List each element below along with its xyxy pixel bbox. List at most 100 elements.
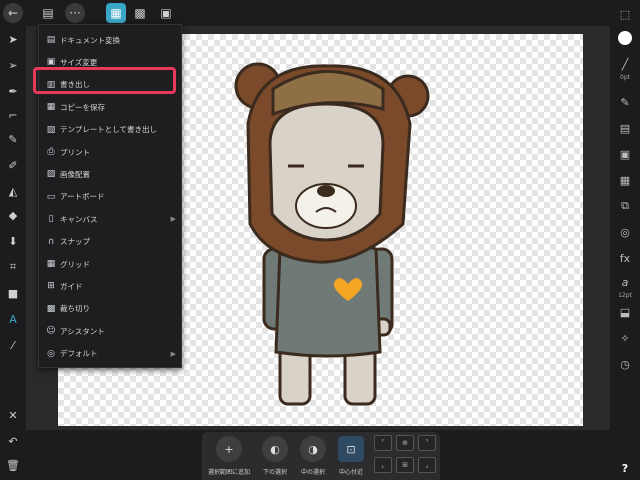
- effects-panel[interactable]: fx: [615, 250, 635, 266]
- text-style-icon: a: [621, 275, 629, 289]
- color-picker-tool[interactable]: ⁄: [3, 336, 23, 354]
- swatches-panel[interactable]: ▦: [615, 172, 635, 188]
- help-icon: ?: [621, 461, 629, 475]
- menu-item-label: アシスタント: [60, 326, 105, 336]
- pivot-top-center[interactable]: ⊕: [396, 435, 414, 451]
- snap-icon: ∩: [47, 236, 55, 247]
- menu-item-label: ドキュメント変換: [60, 35, 120, 45]
- back-arrow-icon: ←: [7, 6, 19, 20]
- vector-brush-tool[interactable]: ✐: [3, 156, 23, 174]
- add-to-selection-button[interactable]: +: [216, 436, 242, 462]
- constraints-panel[interactable]: ⬓: [615, 304, 635, 320]
- text-tool[interactable]: A: [3, 310, 23, 328]
- appearance-panel[interactable]: ▣: [615, 146, 635, 162]
- guide-icon: ⊞: [47, 281, 55, 292]
- stroke-width-label: 0pt: [620, 74, 630, 81]
- corner-tool-icon: ⌐: [8, 108, 18, 122]
- select-below-button[interactable]: ◐: [262, 436, 288, 462]
- brushes-panel[interactable]: ✎: [615, 94, 635, 110]
- menu-item[interactable]: ▦ グリッド: [39, 253, 181, 275]
- select-inside-button[interactable]: ◑: [300, 436, 326, 462]
- pivot-bottom-left[interactable]: ⌞: [374, 457, 392, 473]
- pivot-top-right[interactable]: ⌝: [418, 435, 436, 451]
- context-toolbar: + 選択範囲に追加 ◐ 下の選択 ◑ 中の選択 ⊡ 中心付近 ⌜ ⊕ ⌝ ⌞ ⊞…: [202, 432, 440, 480]
- pencil-tool[interactable]: ✎: [3, 130, 23, 148]
- assistant-icon: ☺: [46, 326, 56, 337]
- pivot-bottom-center[interactable]: ⊞: [396, 457, 414, 473]
- stroke-width[interactable]: ╱: [615, 56, 635, 72]
- pen-tool[interactable]: ✒: [3, 82, 23, 100]
- designer-persona-icon: ▦: [110, 6, 122, 20]
- node-tool[interactable]: ➢: [3, 56, 23, 74]
- menu-item[interactable]: ⊞ ガイド: [39, 275, 181, 297]
- menu-item-label: 裁ち切り: [60, 304, 90, 314]
- pivot-icon: ⌜: [381, 439, 385, 447]
- menu-item-label: アートボード: [60, 192, 105, 202]
- menu-item[interactable]: ▯ キャンバス ▶: [39, 208, 181, 230]
- navigator-panel[interactable]: ◎: [615, 224, 635, 240]
- move-tool[interactable]: ➤: [3, 30, 23, 48]
- export-persona-button[interactable]: ▣: [156, 3, 176, 23]
- layers-icon: ▤: [619, 121, 631, 135]
- constraints-icon: ⬓: [619, 305, 631, 319]
- menu-item[interactable]: ▤ ドキュメント変換: [39, 29, 181, 51]
- document-menu-button[interactable]: ▤: [38, 3, 58, 23]
- help-button[interactable]: ?: [615, 460, 635, 476]
- menu-item[interactable]: ⎙ プリント: [39, 141, 181, 163]
- place-icon: ⬇: [8, 234, 18, 248]
- back-button[interactable]: ←: [3, 3, 23, 23]
- designer-persona-button[interactable]: ▦: [106, 3, 126, 23]
- chevron-right-icon: ▶: [170, 215, 176, 224]
- template-icon: ▧: [46, 124, 56, 135]
- more-button[interactable]: ···: [65, 3, 85, 23]
- menu-item[interactable]: ▩ 裁ち切り: [39, 298, 181, 320]
- pencil-tool-icon: ✎: [8, 132, 18, 146]
- menu-item[interactable]: ∩ スナップ: [39, 231, 181, 253]
- artboard-icon: ▭: [46, 191, 56, 202]
- crop-icon: ⌗: [9, 260, 17, 273]
- pivot-bottom-right[interactable]: ⌟: [418, 457, 436, 473]
- navigator-icon: ◎: [620, 225, 630, 239]
- layers-panel[interactable]: ▤: [615, 120, 635, 136]
- fill-tool[interactable]: ◭: [3, 182, 23, 200]
- menu-item[interactable]: ▦ コピーを保存: [39, 96, 181, 118]
- pivot-top-left[interactable]: ⌜: [374, 435, 392, 451]
- center-button[interactable]: ⊡: [338, 436, 364, 462]
- menu-item[interactable]: ▭ アートボード: [39, 186, 181, 208]
- canvas-icon: ▯: [48, 214, 54, 225]
- menu-item[interactable]: ▨ 画像配置: [39, 163, 181, 185]
- menu-item-label: キャンバス: [60, 214, 98, 224]
- close-tool[interactable]: ✕: [3, 406, 23, 424]
- trash-icon: 🗑: [6, 458, 20, 472]
- export-persona-icon: ▣: [160, 6, 172, 20]
- view-toggle[interactable]: ⬚: [615, 6, 635, 22]
- menu-item-label: スナップ: [60, 237, 90, 247]
- defaults-icon: ◎: [47, 348, 55, 359]
- place-tool[interactable]: ⬇: [3, 232, 23, 250]
- menu-item[interactable]: ☺ アシスタント: [39, 320, 181, 342]
- eyedropper-icon: ⁄: [12, 338, 14, 352]
- shape-tool[interactable]: ■: [3, 284, 23, 302]
- transform-panel[interactable]: ⧉: [615, 198, 635, 214]
- menu-item[interactable]: ▧ テンプレートとして書き出し: [39, 119, 181, 141]
- pivot-icon: ⌟: [425, 461, 429, 469]
- color-circle-icon: [618, 31, 632, 45]
- history-panel[interactable]: ◷: [615, 356, 635, 372]
- right-studio-panel: ⬚ ╱ 0pt ✎ ▤ ▣ ▦ ⧉ ◎ fx a 12pt ⬓ ✧ ◷ ?: [610, 0, 640, 480]
- pivot-icon: ⌝: [425, 439, 429, 447]
- text-size-label: 12pt: [618, 292, 632, 299]
- delete-button[interactable]: 🗑: [3, 456, 23, 474]
- menu-item-label: テンプレートとして書き出し: [60, 125, 158, 135]
- select-inside-icon: ◑: [308, 442, 318, 456]
- pixel-persona-button[interactable]: ▩: [130, 3, 150, 23]
- corner-tool[interactable]: ⌐: [3, 106, 23, 124]
- select-below-icon: ◐: [270, 442, 280, 456]
- menu-item-label: 画像配置: [60, 169, 90, 179]
- menu-item[interactable]: ◎ デフォルト ▶: [39, 343, 181, 365]
- color-swatch[interactable]: [615, 30, 635, 46]
- text-styles-panel[interactable]: a: [615, 274, 635, 290]
- crop-tool[interactable]: ⌗: [3, 258, 23, 276]
- transparency-tool[interactable]: ◆: [3, 206, 23, 224]
- snapping-panel[interactable]: ✧: [615, 330, 635, 346]
- undo-button[interactable]: ↶: [3, 432, 23, 450]
